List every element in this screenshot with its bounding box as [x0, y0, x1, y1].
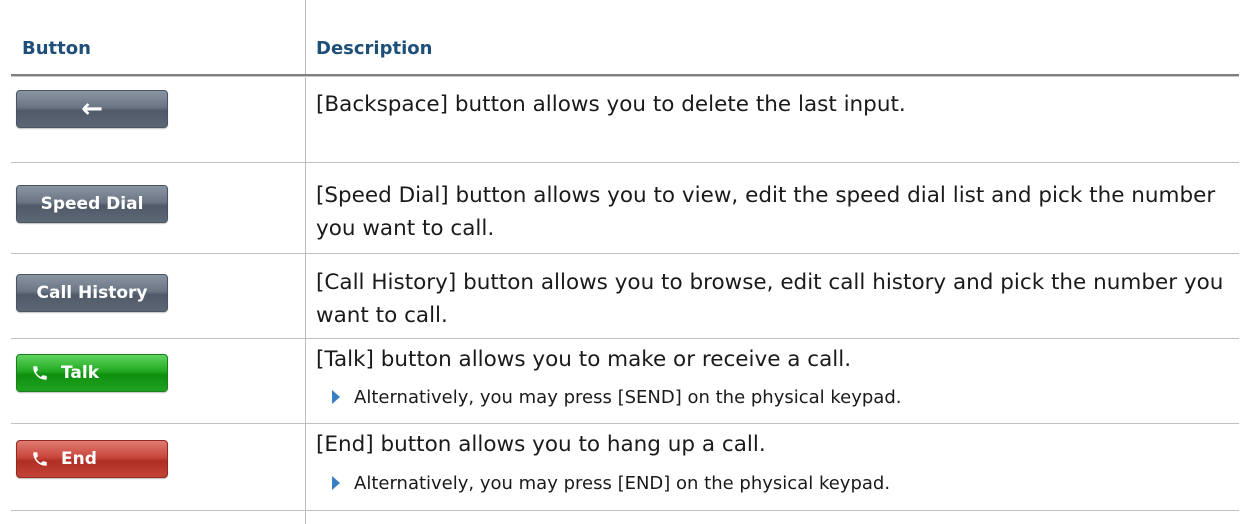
- header-rule-shadow: [11, 76, 1239, 77]
- end-label: End: [61, 449, 97, 469]
- backspace-button[interactable]: ←: [16, 90, 168, 128]
- row-divider: [11, 162, 1239, 163]
- column-header-button: Button: [22, 38, 91, 59]
- call-history-label: Call History: [36, 283, 148, 303]
- row-divider: [11, 253, 1239, 254]
- call-history-description: [Call History] button allows you to brow…: [316, 270, 1224, 328]
- talk-label: Talk: [61, 363, 100, 383]
- end-note-text: Alternatively, you may press [END] on th…: [354, 473, 891, 494]
- left-arrow-icon: ←: [81, 94, 103, 124]
- talk-note-text: Alternatively, you may press [SEND] on t…: [354, 387, 902, 408]
- row-divider: [11, 510, 1239, 511]
- row-divider: [11, 338, 1239, 339]
- bullet-arrow-icon: [332, 390, 340, 404]
- column-header-description: Description: [316, 38, 433, 59]
- phone-icon: [33, 452, 47, 466]
- end-description: [End] button allows you to hang up a cal…: [316, 432, 766, 457]
- row-divider: [11, 423, 1239, 424]
- phone-icon: [33, 366, 47, 380]
- end-button[interactable]: End: [16, 440, 168, 478]
- talk-note: Alternatively, you may press [SEND] on t…: [332, 386, 902, 410]
- speed-dial-description: [Speed Dial] button allows you to view, …: [316, 183, 1216, 241]
- speed-dial-button[interactable]: Speed Dial: [16, 185, 168, 223]
- backspace-description: [Backspace] button allows you to delete …: [316, 92, 906, 117]
- table-column-divider: [305, 0, 306, 524]
- talk-description: [Talk] button allows you to make or rece…: [316, 347, 852, 372]
- speed-dial-label: Speed Dial: [40, 194, 144, 214]
- bullet-arrow-icon: [332, 476, 340, 490]
- call-history-button[interactable]: Call History: [16, 274, 168, 312]
- talk-button[interactable]: Talk: [16, 354, 168, 392]
- end-note: Alternatively, you may press [END] on th…: [332, 472, 890, 496]
